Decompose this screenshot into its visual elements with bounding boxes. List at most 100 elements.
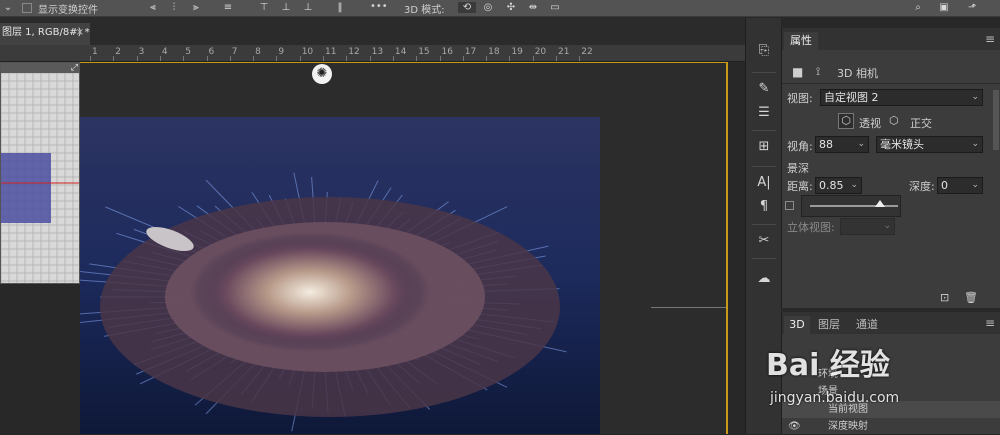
character-icon[interactable]: A| bbox=[755, 174, 773, 192]
baidu-watermark: Bai 经验 jingyan.baidu.com bbox=[752, 322, 952, 412]
brush-icon[interactable]: ✎ bbox=[755, 80, 773, 98]
light-source-icon[interactable]: ✺ bbox=[312, 64, 332, 84]
perspective-icon[interactable]: ⬡ bbox=[838, 113, 854, 129]
ruler-tick-line bbox=[579, 56, 581, 61]
ruler-tick-line bbox=[136, 56, 138, 61]
align-bottom-icon[interactable]: ⊥ bbox=[302, 2, 314, 13]
ruler-tick-label: 12 bbox=[348, 47, 360, 57]
ortho-icon[interactable]: ⬡ bbox=[889, 114, 899, 127]
roll-3d-icon[interactable]: ◎ bbox=[482, 2, 494, 13]
ruler-tick-line bbox=[159, 56, 161, 61]
dof-checkbox[interactable] bbox=[785, 201, 794, 210]
options-bar: ⌄ 显示变换控件 ⫷ ⫶ ⫸ ≡ ⊤ ⊥ ⊥ ‖ ••• 3D 模式: ⟲ ◎ … bbox=[0, 0, 1000, 17]
ruler-tick-line bbox=[229, 56, 231, 61]
dropdown-arrow-icon[interactable]: ⌄ bbox=[2, 2, 14, 13]
workspace-icon[interactable]: ▣ bbox=[938, 2, 950, 13]
properties-panel: 属性 ≡ ■ ⟟ 3D 相机 视图: 自定视图 2 ⌄ ⬡ 透视 ⬡ 正交 视角:… bbox=[781, 28, 1000, 308]
align-left-icon[interactable]: ⫷ bbox=[147, 2, 159, 13]
distribute-icon[interactable]: ≡ bbox=[222, 2, 234, 13]
ruler-tick-line bbox=[556, 56, 557, 61]
ruler-tick-label: 18 bbox=[488, 47, 500, 57]
ruler-tick-label: 1 bbox=[92, 47, 98, 57]
camera-icon: ■ bbox=[792, 65, 804, 79]
ruler-tick-label: 9 bbox=[278, 47, 285, 57]
ruler-tick-line bbox=[369, 56, 371, 61]
ruler-tick-line bbox=[90, 56, 91, 61]
ruler-tick-label: 21 bbox=[558, 47, 570, 57]
history-icon[interactable]: ⎘ bbox=[755, 42, 773, 60]
chevron-down-icon: ⌄ bbox=[971, 92, 979, 102]
adjustments-icon[interactable]: ☰ bbox=[755, 104, 773, 122]
orbit-3d-icon[interactable]: ⟲ bbox=[458, 2, 476, 13]
ruler-tick-line bbox=[532, 56, 534, 61]
chevron-down-icon: ⌄ bbox=[971, 139, 979, 149]
3d-widget-preview[interactable]: ⤢ bbox=[0, 62, 80, 284]
ruler-tick-label: 16 bbox=[441, 47, 453, 57]
show-transform-checkbox[interactable] bbox=[22, 3, 32, 13]
align-right-icon[interactable]: ⫸ bbox=[190, 2, 202, 13]
ruler-tick-line bbox=[183, 56, 185, 61]
distance-value: 0.85 bbox=[819, 179, 844, 192]
expand-icon[interactable]: ⤢ bbox=[71, 63, 78, 73]
ruler-tick-line bbox=[323, 56, 324, 61]
distribute-v-icon[interactable]: ‖ bbox=[334, 2, 346, 13]
ruler-tick-label: 20 bbox=[534, 47, 547, 57]
fov-label: 视角: bbox=[787, 140, 813, 153]
distance-input[interactable]: 0.85 ⌄ bbox=[815, 177, 862, 194]
close-tab-icon[interactable]: × bbox=[76, 23, 84, 43]
camera-3d-icon: ⟟ bbox=[816, 65, 821, 78]
widget-grid bbox=[1, 73, 79, 283]
perspective-label[interactable]: 透视 bbox=[859, 115, 881, 131]
properties-tab-bar: 属性 ≡ bbox=[782, 28, 1000, 50]
search-icon[interactable]: ⌕ bbox=[912, 2, 924, 13]
paragraph-icon[interactable]: ¶ bbox=[755, 198, 773, 216]
widget-header: ⤢ bbox=[1, 63, 79, 73]
fov-input[interactable]: 88 ⌄ bbox=[815, 136, 869, 153]
3d-scene-render[interactable] bbox=[80, 117, 600, 434]
share-icon[interactable]: ⬏ bbox=[966, 2, 978, 13]
stamp-icon[interactable]: ⊞ bbox=[755, 138, 773, 156]
more-options-icon[interactable]: ••• bbox=[370, 1, 388, 12]
depth-slider-thumb[interactable] bbox=[875, 200, 885, 207]
ruler-tick-label: 7 bbox=[231, 47, 238, 57]
panel-scrollbar[interactable] bbox=[993, 90, 999, 150]
panel-menu-icon[interactable]: ≡ bbox=[985, 317, 995, 329]
ruler-tick-label: 10 bbox=[301, 47, 314, 57]
lens-unit-value: 毫米镜头 bbox=[880, 138, 924, 151]
align-vcenter-icon[interactable]: ⊥ bbox=[280, 2, 292, 13]
ruler-tick-label: 5 bbox=[185, 47, 191, 57]
ruler-tick-label: 14 bbox=[394, 47, 407, 57]
depth-input[interactable]: 0 ⌄ bbox=[937, 177, 983, 194]
tab-properties[interactable]: 属性 bbox=[784, 32, 818, 50]
align-hcenter-icon[interactable]: ⫶ bbox=[168, 2, 180, 13]
cloud-icon[interactable]: ☁ bbox=[755, 270, 773, 288]
ruler-tick-label: 13 bbox=[371, 47, 384, 57]
tools-icon[interactable]: ✂ bbox=[755, 232, 773, 250]
stereo-select[interactable]: ⌄ bbox=[840, 218, 895, 235]
scene-image bbox=[80, 117, 600, 434]
document-tab[interactable]: 图层 1, RGB/8#) * × bbox=[0, 23, 90, 45]
ruler-tick-label: 19 bbox=[511, 47, 523, 57]
chevron-down-icon: ⌄ bbox=[850, 180, 858, 190]
ruler-tick-line bbox=[439, 56, 441, 61]
trash-icon[interactable]: 🗑 bbox=[964, 291, 978, 304]
lens-unit-select[interactable]: 毫米镜头 ⌄ bbox=[876, 136, 983, 153]
align-top-icon[interactable]: ⊤ bbox=[258, 2, 270, 13]
ortho-label[interactable]: 正交 bbox=[910, 115, 932, 131]
panel-menu-icon[interactable]: ≡ bbox=[985, 33, 995, 45]
scale-3d-icon[interactable]: ▭ bbox=[549, 2, 561, 13]
slide-3d-icon[interactable]: ⇹ bbox=[527, 2, 539, 13]
render-icon[interactable]: ⊡ bbox=[940, 291, 949, 304]
ruler-tick-label: 6 bbox=[208, 47, 215, 57]
view-select[interactable]: 自定视图 2 ⌄ bbox=[820, 89, 983, 106]
pan-3d-icon[interactable]: ✣ bbox=[505, 2, 517, 13]
list-item[interactable]: 👁 深度映射 bbox=[782, 418, 1000, 435]
ruler-tick-label: 3 bbox=[138, 47, 145, 57]
ruler-tick-line bbox=[113, 56, 115, 61]
ruler-tick-line bbox=[253, 56, 255, 61]
properties-header-title: 3D 相机 bbox=[837, 67, 878, 80]
ruler-tick-line bbox=[416, 56, 418, 61]
ground-line bbox=[651, 307, 726, 308]
ruler-tick-line bbox=[299, 56, 301, 61]
eye-icon[interactable]: 👁 bbox=[788, 418, 801, 435]
